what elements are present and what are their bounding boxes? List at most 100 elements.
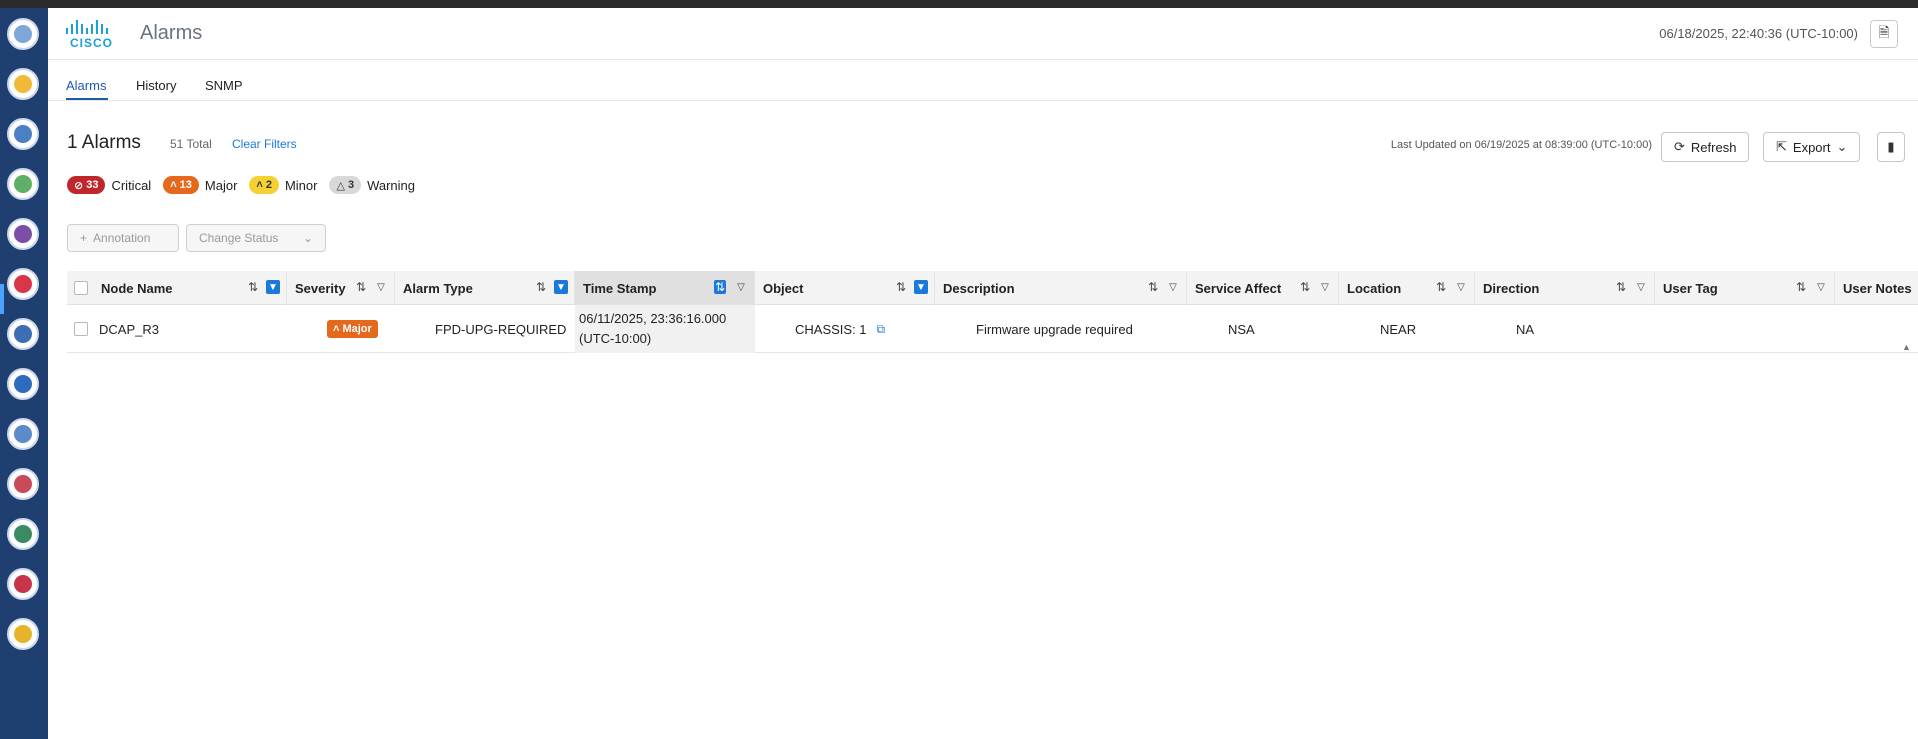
critical-label: Critical — [111, 177, 152, 193]
col-user-notes[interactable]: User Notes — [1835, 271, 1918, 305]
tab-bar: Alarms History SNMP — [48, 60, 1918, 101]
annotation-button[interactable]: + Annotation — [67, 224, 179, 252]
sort-icon: ⇅ — [1299, 280, 1310, 294]
filter-icon: ▽ — [1169, 281, 1177, 293]
minor-count-badge[interactable]: ˄ 2 — [249, 176, 279, 194]
major-icon: ˄ — [170, 179, 177, 191]
critical-count-badge[interactable]: ⊘ 33 — [67, 176, 106, 194]
analytics-icon[interactable] — [7, 468, 39, 500]
col-location[interactable]: Location ⇅ ▽ — [1339, 271, 1475, 305]
search-network-icon[interactable] — [7, 218, 39, 250]
sort-icon: ⇅ — [535, 280, 546, 294]
sort-icon: ⇅ — [895, 280, 906, 294]
cell-service-affect: NSA — [1228, 321, 1255, 337]
warning-icon: △ — [336, 179, 345, 192]
cell-direction: NA — [1516, 321, 1535, 337]
tab-history[interactable]: History — [136, 78, 176, 93]
row-checkbox[interactable] — [74, 322, 88, 336]
select-all-checkbox[interactable] — [74, 281, 88, 295]
alarms-icon[interactable] — [7, 268, 39, 300]
table-row[interactable]: DCAP_R3 ˄ Major FPD-UPG-REQUIRED 06/11/20… — [67, 305, 1918, 353]
chevron-down-icon: ⌄ — [302, 231, 313, 245]
page-title: Alarms — [140, 22, 203, 44]
minor-icon: ˄ — [256, 179, 263, 191]
tab-alarms[interactable]: Alarms — [66, 78, 106, 93]
cell-alarm-type: FPD-UPG-REQUIRED — [435, 321, 567, 337]
col-alarm-type[interactable]: Alarm Type ⇅ ▼ — [395, 271, 575, 305]
scroll-up-arrow-icon[interactable]: ▲ — [1902, 342, 1911, 352]
panel-icon: ▮ — [1887, 139, 1895, 154]
col-user-tag[interactable]: User Tag ⇅ ▽ — [1655, 271, 1835, 305]
severity-summary: ⊘ 33 Critical ˄ 13 Major ˄ 2 Minor △ 3 Warni… — [67, 176, 421, 194]
sort-icon: ⇅ — [1795, 280, 1806, 294]
major-count-badge[interactable]: ˄ 13 — [163, 176, 199, 194]
sort-icon: ⇅ — [1147, 280, 1158, 294]
devices-icon[interactable] — [7, 68, 39, 100]
cell-severity: ˄ Major — [327, 305, 378, 353]
refresh-button[interactable]: ⟳ Refresh — [1661, 132, 1750, 162]
main-area: CISCO Alarms 06/18/2025, 22:40:36 (UTC-1… — [48, 8, 1918, 739]
last-updated-text: Last Updated on 06/19/2025 at 08:39:00 (… — [1390, 139, 1652, 151]
sort-icon: ⇅ — [1615, 280, 1626, 294]
filter-icon: ▽ — [1817, 281, 1825, 293]
browser-top-strip — [0, 0, 1918, 8]
dashboard-icon[interactable] — [7, 18, 39, 50]
alarm-count-title: 1 Alarms — [67, 132, 141, 153]
export-button[interactable]: ⇱ Export ⌄ — [1763, 132, 1861, 162]
app-header: CISCO Alarms 06/18/2025, 22:40:36 (UTC-1… — [48, 8, 1918, 60]
plus-icon: + — [80, 231, 88, 245]
cell-object: CHASSIS: 1 ⧉ — [795, 321, 886, 337]
change-status-dropdown[interactable]: Change Status ⌄ — [186, 224, 326, 252]
storage-icon[interactable] — [7, 618, 39, 650]
filter-icon: ▽ — [1637, 281, 1645, 293]
major-icon: ˄ — [333, 323, 340, 335]
refresh-icon: ⟳ — [1674, 139, 1685, 154]
col-object[interactable]: Object ⇅ ▼ — [755, 271, 935, 305]
filter-icon: ▼ — [266, 280, 280, 294]
col-node-name[interactable]: Node Name ⇅ ▼ — [93, 271, 287, 305]
active-tab-underline — [66, 98, 108, 100]
tab-snmp[interactable]: SNMP — [205, 78, 243, 93]
warning-label: Warning — [367, 177, 416, 193]
export-icon: ⇱ — [1776, 139, 1787, 154]
rail-active-indicator — [0, 284, 4, 314]
total-count: 51 Total — [170, 137, 212, 151]
inventory-icon[interactable] — [7, 118, 39, 150]
document-button[interactable]: 🗎 — [1870, 20, 1898, 48]
filter-icon: ▽ — [1321, 281, 1329, 293]
cell-time-stamp: 06/11/2025, 23:36:16.000 (UTC-10:00) — [575, 305, 755, 353]
sort-icon: ⇅ — [247, 280, 258, 294]
critical-icon: ⊘ — [74, 179, 84, 192]
cell-description: Firmware upgrade required — [976, 321, 1133, 337]
col-description[interactable]: Description ⇅ ▽ — [935, 271, 1187, 305]
clear-filters-link[interactable]: Clear Filters — [232, 137, 297, 151]
minor-label: Minor — [284, 177, 318, 193]
sort-icon: ⇅ — [1435, 280, 1446, 294]
topology-icon[interactable] — [7, 368, 39, 400]
monitor-icon[interactable] — [7, 568, 39, 600]
filter-icon: ▽ — [737, 281, 745, 293]
col-direction[interactable]: Direction ⇅ ▽ — [1475, 271, 1655, 305]
table-header: Node Name ⇅ ▼ Severity ⇅ ▽ Alarm Type ⇅ ▼ T… — [67, 271, 1918, 305]
col-time-stamp[interactable]: Time Stamp ⇅ ▽ — [575, 271, 755, 305]
filter-icon: ▽ — [377, 281, 385, 293]
major-severity-badge: ˄ Major — [327, 320, 378, 338]
performance-icon[interactable] — [7, 318, 39, 350]
major-label: Major — [204, 177, 238, 193]
circuits-icon[interactable] — [7, 518, 39, 550]
cell-location: NEAR — [1380, 321, 1417, 337]
settings-icon[interactable] — [7, 418, 39, 450]
document-icon: 🗎 — [1878, 24, 1890, 40]
col-severity[interactable]: Severity ⇅ ▽ — [287, 271, 395, 305]
left-nav-rail — [0, 8, 48, 739]
sort-active-icon: ⇅ — [713, 280, 726, 294]
sort-icon: ⇅ — [355, 280, 366, 294]
filter-icon: ▽ — [1457, 281, 1465, 293]
warning-count-badge[interactable]: △ 3 — [329, 176, 362, 194]
external-link-icon[interactable]: ⧉ — [877, 322, 886, 337]
reports-icon[interactable] — [7, 168, 39, 200]
col-service-affect[interactable]: Service Affect ⇅ ▽ — [1187, 271, 1339, 305]
settings-panel-button[interactable]: ▮ — [1877, 132, 1905, 162]
cell-node-name: DCAP_R3 — [99, 321, 159, 337]
chevron-down-icon: ⌄ — [1836, 139, 1848, 154]
